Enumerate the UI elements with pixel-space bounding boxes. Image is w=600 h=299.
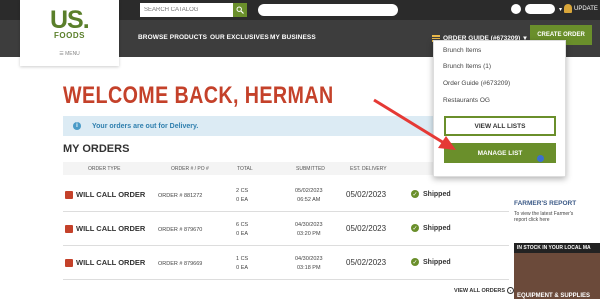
annotation-arrow [373,98,456,150]
